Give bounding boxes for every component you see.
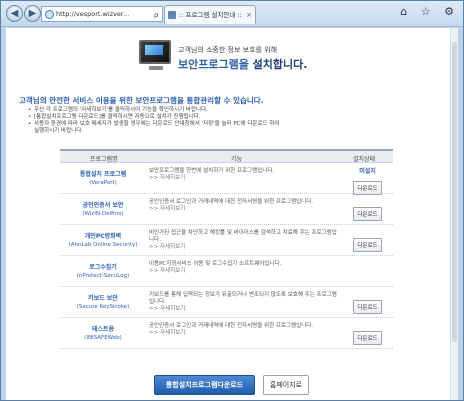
more-link[interactable]: >> 자세히보기 [149,330,339,337]
tab-install-guide[interactable]: :: 프로그램 설치안내 :: × [164,5,256,24]
home-button[interactable]: 홈페이지로 [263,375,309,395]
browser-toolbar: ◀ ▶ http://vesport.wizver... ρ ▾ ■ C :: … [1,1,463,27]
more-link[interactable]: >> 자세히보기 [149,175,339,182]
table-row: 로그수집기 (nProtect-SecuLog) 이용PC지정서비스 이용 및 로… [60,256,393,287]
program-code: (INISAFEWeb) [84,335,122,341]
download-button[interactable]: 다운로드 [353,238,382,252]
monitor-icon [139,40,171,64]
back-button[interactable]: ◀ [6,5,23,22]
hero-subtitle: 고객님의 소중한 정보 보호를 위해 [178,46,278,54]
tab-title: :: 프로그램 설치안내 :: [179,11,242,19]
install-status: 미설치 [359,168,376,175]
header-status: 설치상태 [353,156,376,163]
hero-title: 보안프로그램을 설치합니다. [178,56,307,72]
program-code: (VeraPort) [89,180,117,186]
notes-list: 우선 각 프로그램의 '자세히보기'를 클릭하시어 기능을 확인하시기 바랍니다… [28,107,373,135]
hero-title-plain: 보안프로그램을 [178,58,253,71]
program-name: 통합설치 프로그램 [79,171,127,178]
program-function: 이용PC지정서비스 이용 및 로그수집기 소프트웨어입니다. [149,261,282,267]
program-name: 개인PC방화벽 [84,233,122,240]
program-name: 테스트용 [91,326,115,333]
more-link[interactable]: >> 자세히보기 [149,206,339,213]
table-row: 키보드 보안 (Secure KeyStroke) 키보드를 통해 입력되는 정보… [60,287,393,318]
hero-title-bold: 설치합니다. [252,58,308,71]
program-function: 키보드를 통해 입력되는 정보가 유출되거나 변조되지 않도록 보호해 주는 프… [149,292,337,305]
download-button[interactable]: 다운로드 [353,300,382,314]
vertical-scrollbar[interactable] [450,28,458,400]
browser-controls[interactable]: ⌂ ☆ ⚙ [400,5,459,18]
program-name: 공인인증서 보안 [82,202,124,209]
program-table: 프로그램명 기능 설치상태 통합설치 프로그램 (VeraPort) 보안프로그램… [60,149,393,349]
table-row: 테스트용 (INISAFEWeb) 공인인증서 로그인과 거래내역에 대한 전자서… [60,318,393,349]
intro-text: 고객님의 안전한 서비스 이용을 위한 보안프로그램을 통합관리할 수 있습니다… [19,96,264,105]
note-item: 우선 각 프로그램의 '자세히보기'를 클릭하시어 기능을 확인하시기 바랍니다… [28,107,373,114]
address-tools[interactable]: ρ ▾ ■ C [154,8,162,21]
note-item: 실행하시기 바랍니다. [34,128,84,134]
forward-button[interactable]: ▶ [24,5,41,22]
note-item: 사용자 환경에 따라 보호 메세지가 발생할 경우에는 다운로드 안내창에서 '… [28,121,373,128]
monitor-stand [149,66,163,70]
header-function: 기능 [231,156,243,163]
program-function: 공인인증서 로그인과 거래내역에 대한 전자서명을 위한 프로그램입니다. [149,199,314,205]
program-code: (Secure KeyStroke) [76,304,130,310]
program-code: (WizIN-Delfino) [82,211,124,217]
program-name: 로그수집기 [89,264,117,271]
more-link[interactable]: >> 자세히보기 [149,306,339,313]
program-code: (AhnLab Online Security) [68,242,138,248]
scrollbar-thumb[interactable] [452,42,457,342]
page-icon [168,11,176,19]
program-name: 키보드 보안 [88,295,118,302]
more-link[interactable]: >> 자세히보기 [149,244,339,251]
header-name: 프로그램명 [90,156,118,163]
address-text: http://vesport.wizver... [56,10,130,18]
browser-window: ◀ ▶ http://vesport.wizver... ρ ▾ ■ C :: … [0,0,464,401]
program-function: 비인가된 접근을 차단하고 해킹툴 및 바이러스를 검색하고 치료해 주는 프로… [149,230,337,243]
program-code: (nProtect-SecuLog) [76,273,130,279]
download-button[interactable]: 다운로드 [353,207,382,221]
note-item: [통합설치프로그램 다운로드]를 클릭하시면 자동으로 설치가 진행됩니다. [28,114,373,121]
close-tab-icon[interactable]: × [246,6,252,24]
program-function: 공인인증서 로그인과 거래내역에 대한 전자서명을 위한 프로그램입니다. [149,323,314,329]
download-button[interactable]: 다운로드 [353,331,382,345]
table-row: 통합설치 프로그램 (VeraPort) 보안프로그램을 한번에 설치하기 위한 … [60,163,393,195]
address-bar[interactable]: http://vesport.wizver... ρ ▾ ■ C [41,6,163,22]
download-button[interactable]: 다운로드 [353,181,382,195]
program-function: 보안프로그램을 한번에 설치하기 위한 프로그램입니다. [149,168,275,174]
more-link[interactable]: >> 자세히보기 [149,268,339,275]
globe-icon [45,10,54,19]
table-row: 개인PC방화벽 (AhnLab Online Security) 비인가된 접근을… [60,225,393,256]
install-all-button[interactable]: 통합설치프로그램다운로드 [154,375,255,395]
table-row: 공인인증서 보안 (WizIN-Delfino) 공인인증서 로그인과 거래내역에… [60,194,393,225]
page-content: 고객님의 소중한 정보 보호를 위해 보안프로그램을 설치합니다. 고객님의 안… [6,28,458,400]
table-header: 프로그램명 기능 설치상태 [60,149,393,163]
